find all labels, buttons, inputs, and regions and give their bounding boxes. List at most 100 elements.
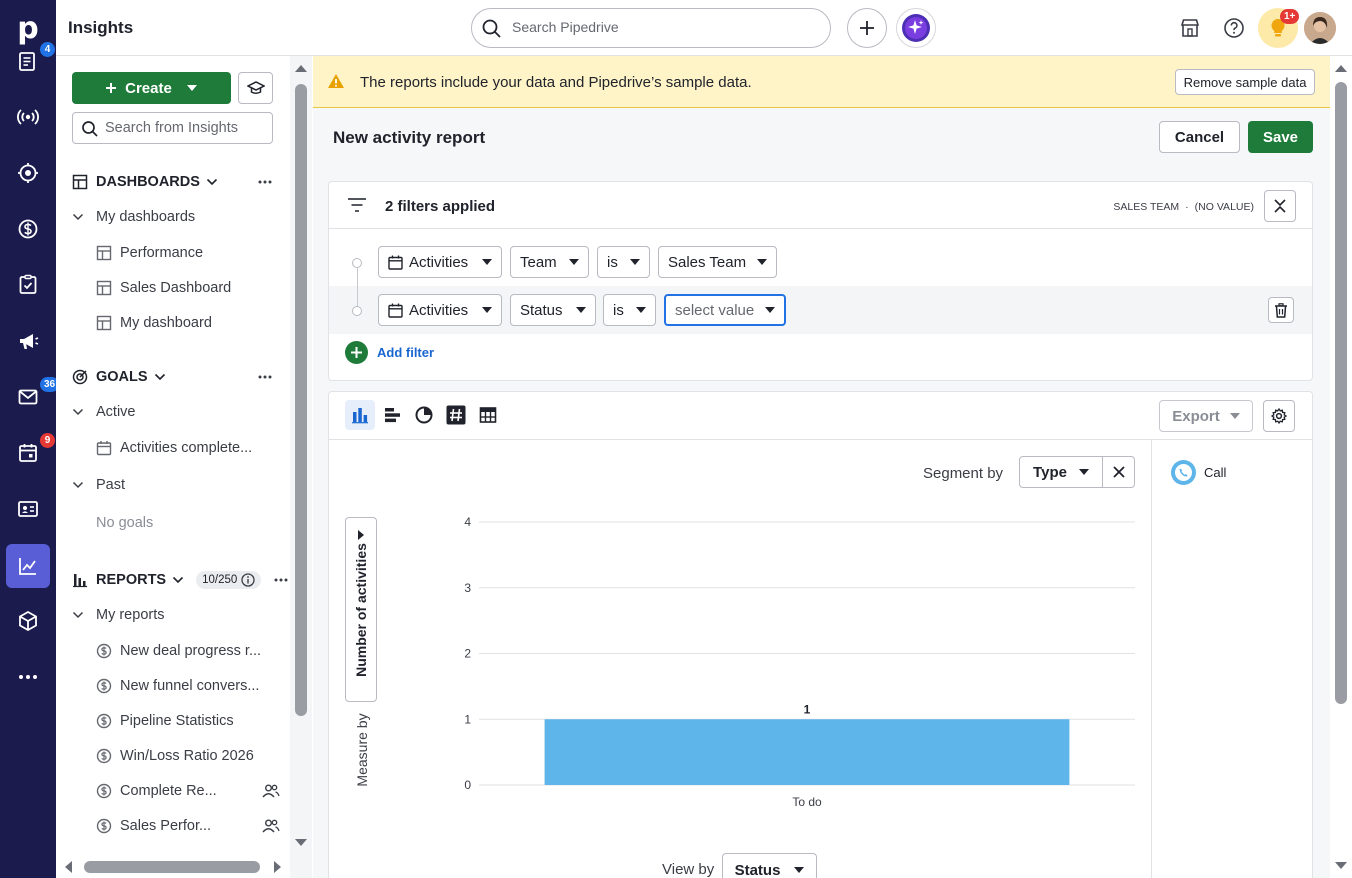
rail-item[interactable] [6, 319, 50, 363]
save-button[interactable]: Save [1248, 121, 1313, 153]
report-item-label: Complete Re... [120, 783, 217, 799]
caret-down-icon [576, 307, 586, 313]
insights-search[interactable] [72, 112, 273, 144]
caret-down-icon [482, 259, 492, 265]
export-button[interactable]: Export [1159, 400, 1253, 432]
create-button[interactable]: Create [72, 72, 231, 104]
cancel-button[interactable]: Cancel [1159, 121, 1240, 153]
filter-op-select[interactable]: is [603, 294, 656, 326]
rail-item[interactable] [6, 487, 50, 531]
filter-value-select[interactable]: select value [664, 294, 786, 326]
leads-icon [19, 52, 35, 71]
rail-item[interactable]: 9 [6, 431, 55, 475]
insights-search-input[interactable] [105, 120, 265, 136]
data-label: 1 [804, 702, 811, 716]
caret-down-icon [630, 259, 640, 265]
rail-item[interactable]: 4 [6, 40, 55, 84]
legend-item[interactable]: Call [1171, 460, 1226, 485]
info-icon[interactable] [241, 573, 255, 587]
measure-by-label: Measure by [354, 713, 370, 787]
collapse-filters-button[interactable] [1264, 190, 1296, 222]
tips-button[interactable]: 1+ [1258, 8, 1300, 48]
dashboard-item[interactable]: Performance [96, 242, 203, 264]
remove-sample-data-button[interactable]: Remove sample data [1175, 69, 1315, 95]
dashboard-item[interactable]: Sales Dashboard [96, 277, 231, 299]
rail-item[interactable] [6, 599, 50, 643]
filter-icon[interactable] [347, 197, 367, 213]
rail-item[interactable] [6, 263, 50, 307]
delete-filter-button[interactable] [1268, 297, 1294, 323]
academy-button[interactable] [238, 72, 273, 104]
rail-item[interactable] [6, 207, 50, 251]
clear-segment-button[interactable] [1103, 457, 1134, 487]
deal-dollar-icon [96, 678, 112, 694]
deals-dollar-icon [18, 219, 38, 239]
chart-settings-button[interactable] [1263, 400, 1295, 432]
calendar-icon [96, 441, 112, 456]
filter-entity-value: Activities [409, 253, 469, 271]
segment-by-value: Type [1033, 463, 1067, 481]
my-dashboards-group[interactable]: My dashboards [72, 206, 195, 228]
filter-field-select[interactable]: Team [510, 246, 589, 278]
table-type-button[interactable] [473, 400, 503, 430]
dashboards-more-button[interactable] [255, 172, 275, 192]
contacts-icon [18, 501, 38, 517]
dashboard-item-label: My dashboard [120, 315, 212, 331]
global-search[interactable] [471, 8, 831, 48]
main-vertical-scrollbar[interactable] [1330, 56, 1352, 878]
scorecard-type-button[interactable] [441, 400, 471, 430]
caret-down-icon [757, 259, 767, 265]
active-goals-group[interactable]: Active [72, 401, 136, 423]
segment-by-dropdown[interactable]: Type [1020, 457, 1103, 487]
quick-add-button[interactable] [847, 8, 887, 48]
rail-item[interactable] [6, 95, 50, 139]
help-icon[interactable] [1220, 14, 1248, 42]
filter-entity-select[interactable]: Activities [378, 246, 502, 278]
applied-filter-tag: SALES TEAM [1113, 201, 1180, 213]
add-filter-button[interactable]: Add filter [345, 341, 434, 364]
my-reports-group[interactable]: My reports [72, 604, 165, 626]
goals-target-icon [72, 369, 88, 385]
report-item[interactable]: Sales Perfor... [96, 815, 280, 837]
goals-more-button[interactable] [255, 367, 275, 387]
report-item[interactable]: Complete Re... [96, 780, 280, 802]
sparkle-icon [902, 14, 930, 42]
rail-item[interactable] [6, 151, 50, 195]
report-title[interactable]: New activity report [333, 128, 485, 148]
view-by-select[interactable]: Status [722, 853, 817, 878]
filter-field-select[interactable]: Status [510, 294, 596, 326]
dashboards-section-header[interactable]: DASHBOARDS [72, 171, 218, 193]
notification-badge: 1+ [1280, 9, 1300, 24]
rail-item[interactable]: 36 [6, 375, 60, 419]
past-goals-group[interactable]: Past [72, 474, 125, 496]
avatar[interactable] [1304, 12, 1336, 44]
rail-badge: 9 [40, 433, 55, 448]
report-item[interactable]: Win/Loss Ratio 2026 [96, 745, 274, 767]
segment-by-select[interactable]: Type [1019, 456, 1135, 488]
hash-number-icon [446, 405, 466, 425]
horizontal-bar-type-button[interactable] [377, 400, 407, 430]
rail-item[interactable] [6, 655, 50, 699]
measure-by-select[interactable]: Number of activities [345, 517, 377, 702]
bar-chart-type-button[interactable] [345, 400, 375, 430]
sidebar-horizontal-scrollbar[interactable] [56, 856, 290, 878]
my-reports-label: My reports [96, 607, 165, 623]
pie-chart-type-button[interactable] [409, 400, 439, 430]
report-item[interactable]: New funnel convers... [96, 675, 274, 697]
filter-entity-select[interactable]: Activities [378, 294, 502, 326]
sidebar-vertical-scrollbar[interactable] [290, 56, 312, 878]
filter-op-select[interactable]: is [597, 246, 650, 278]
report-item[interactable]: New deal progress r... [96, 640, 274, 662]
filter-value-select[interactable]: Sales Team [658, 246, 777, 278]
report-item[interactable]: Pipeline Statistics [96, 710, 274, 732]
reports-more-button[interactable] [271, 570, 290, 590]
dashboard-item[interactable]: My dashboard [96, 312, 212, 334]
global-search-input[interactable] [512, 19, 812, 35]
rail-item[interactable] [6, 544, 50, 588]
reports-section-header[interactable]: REPORTS 10/250 [72, 569, 262, 591]
marketplace-icon[interactable] [1176, 14, 1204, 42]
y-tick-label: 4 [464, 515, 471, 529]
goal-item[interactable]: Activities complete... [96, 437, 252, 459]
goals-section-header[interactable]: GOALS [72, 366, 166, 388]
ai-assistant-button[interactable] [896, 8, 936, 48]
